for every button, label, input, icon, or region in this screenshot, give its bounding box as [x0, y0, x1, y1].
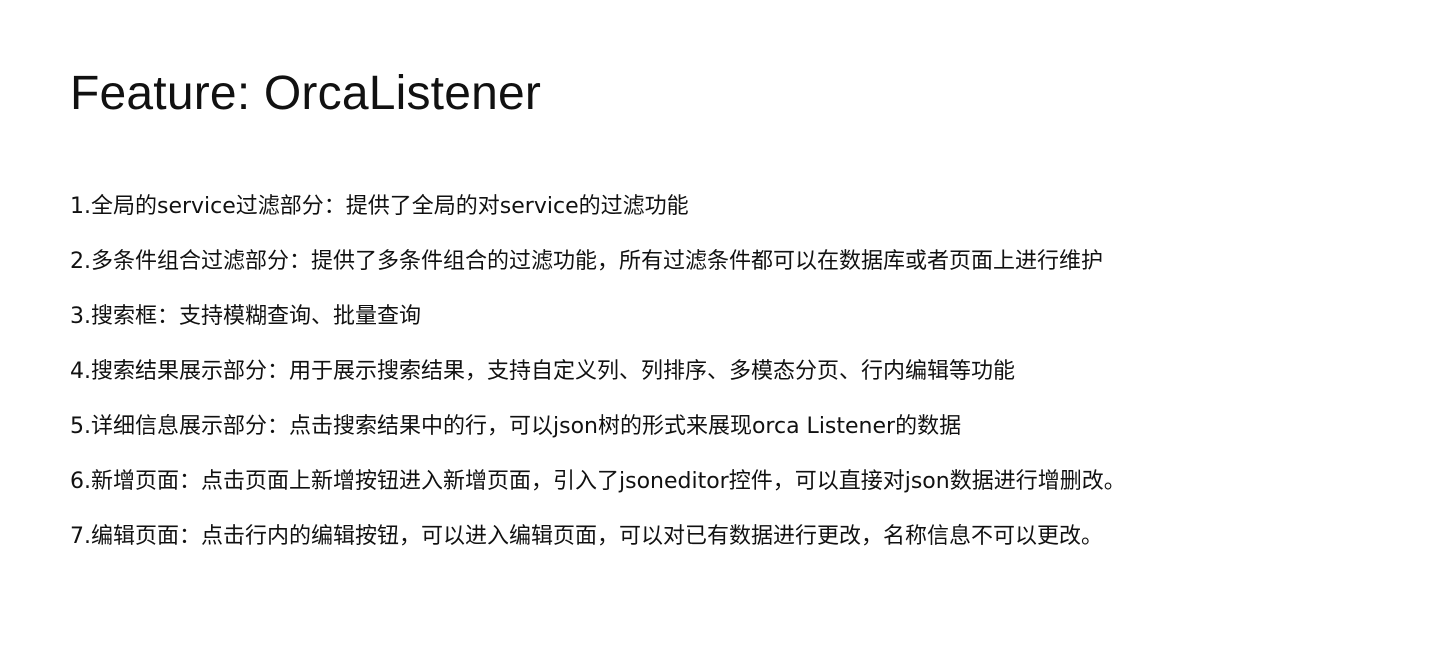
feature-item-3: 3.搜索框：支持模糊查询、批量查询	[70, 304, 421, 329]
document-page: Feature: OrcaListener 1.全局的service过滤部分：提…	[70, 0, 1400, 668]
feature-item-7: 7.编辑页面：点击行内的编辑按钮，可以进入编辑页面，可以对已有数据进行更改，名称…	[70, 524, 1103, 549]
feature-item-6: 6.新增页面：点击页面上新增按钮进入新增页面，引入了jsoneditor控件，可…	[70, 469, 1126, 494]
feature-item-5: 5.详细信息展示部分：点击搜索结果中的行，可以json树的形式来展现orca L…	[70, 414, 962, 439]
feature-item-1: 1.全局的service过滤部分：提供了全局的对service的过滤功能	[70, 194, 689, 219]
feature-item-2: 2.多条件组合过滤部分：提供了多条件组合的过滤功能，所有过滤条件都可以在数据库或…	[70, 249, 1103, 274]
feature-item-4: 4.搜索结果展示部分：用于展示搜索结果，支持自定义列、列排序、多模态分页、行内编…	[70, 359, 1015, 384]
page-title: Feature: OrcaListener	[70, 67, 542, 120]
feature-list: 1.全局的service过滤部分：提供了全局的对service的过滤功能 2.多…	[70, 190, 1370, 575]
